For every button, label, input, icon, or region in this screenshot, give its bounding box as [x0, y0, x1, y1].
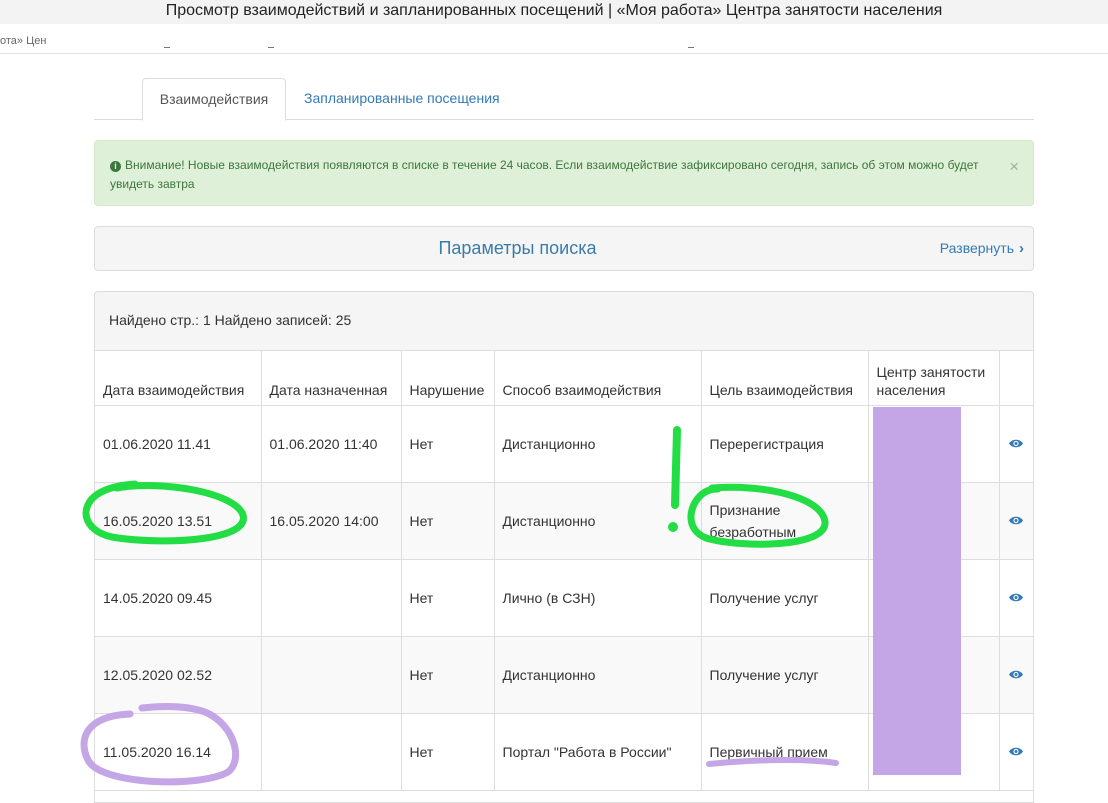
column-header[interactable]: Центр занятости населения	[867, 350, 1000, 406]
table-cell: Признание безработным	[700, 482, 869, 560]
table-cell: 01.06.2020 11.41	[95, 405, 262, 483]
table-cell: 01.06.2020 11:40	[260, 405, 402, 483]
divider	[164, 47, 170, 48]
table-cell: Нет	[400, 405, 495, 483]
results-summary: Найдено стр.: 1 Найдено записей: 25	[109, 312, 352, 328]
view-cell	[998, 405, 1033, 483]
info-icon: i	[110, 161, 121, 172]
table-cell: Нет	[400, 559, 495, 637]
table-cell: 14.05.2020 09.45	[95, 559, 262, 637]
view-cell	[998, 559, 1033, 637]
table-cell: Нет	[400, 636, 495, 714]
expand-label: Развернуть	[939, 240, 1014, 256]
eye-icon[interactable]	[1008, 587, 1024, 609]
eye-icon[interactable]	[1008, 741, 1024, 763]
table-header-row: Дата взаимодействия Дата назначенная Нар…	[95, 350, 1033, 406]
divider	[268, 47, 274, 48]
alert-text: Внимание! Новые взаимодействия появляютс…	[110, 158, 979, 191]
column-header[interactable]: Нарушение	[400, 350, 495, 406]
chevron-right-icon: ›	[1019, 240, 1024, 257]
table-cell: Нет	[400, 713, 495, 791]
eye-icon[interactable]	[1008, 664, 1024, 686]
window-title: Просмотр взаимодействий и запланированны…	[0, 0, 1108, 24]
eye-icon[interactable]	[1008, 433, 1024, 455]
redacted-block	[873, 407, 961, 775]
table-cell: Дистанционно	[493, 636, 702, 714]
tab-planned-visits[interactable]: Запланированные посещения	[304, 78, 500, 119]
table-cell: Получение услуг	[700, 636, 869, 714]
search-panel: Параметры поиска Развернуть ›	[94, 226, 1034, 271]
view-cell	[998, 713, 1033, 791]
view-cell	[998, 636, 1033, 714]
column-header[interactable]: Цель взаимодействия	[700, 350, 869, 406]
table-cell: Получение услуг	[700, 559, 869, 637]
table-cell: Портал "Работа в России"	[493, 713, 702, 791]
column-header[interactable]: Способ взаимодействия	[493, 350, 702, 406]
table-cell: Первичный прием	[700, 713, 869, 791]
view-cell	[998, 482, 1033, 560]
page-tabs: Взаимодействия Запланированные посещения	[94, 78, 1034, 121]
tab-interactions[interactable]: Взаимодействия	[142, 78, 286, 121]
table-cell: 11.05.2020 16.14	[95, 713, 262, 791]
table-cell: Дистанционно	[493, 482, 702, 560]
table-cell	[260, 636, 402, 714]
column-header[interactable]: Дата взаимодействия	[95, 350, 262, 406]
table-cell: Нет	[400, 482, 495, 560]
expand-button[interactable]: Развернуть ›	[940, 227, 1024, 270]
close-icon[interactable]: ×	[1009, 158, 1019, 176]
eye-icon[interactable]	[1008, 510, 1024, 532]
info-alert: i Внимание! Новые взаимодействия появляют…	[94, 140, 1034, 206]
search-panel-title: Параметры поиска	[438, 238, 597, 258]
table-cell: 16.05.2020 13.51	[95, 482, 262, 560]
divider	[688, 47, 694, 48]
column-header[interactable]: Дата назначенная	[260, 350, 402, 406]
table-cell	[260, 559, 402, 637]
table-cell: Перерегистрация	[700, 405, 869, 483]
table-cell: 16.05.2020 14:00	[260, 482, 402, 560]
column-header	[998, 350, 1033, 406]
table-cell: Лично (в СЗН)	[493, 559, 702, 637]
table-cell: Дистанционно	[493, 405, 702, 483]
browser-tab-strip: ота» Цен	[0, 24, 1108, 54]
browser-tab-fragment[interactable]: ота» Цен	[0, 35, 46, 47]
table-cell: 12.05.2020 02.52	[95, 636, 262, 714]
table-cell	[260, 713, 402, 791]
